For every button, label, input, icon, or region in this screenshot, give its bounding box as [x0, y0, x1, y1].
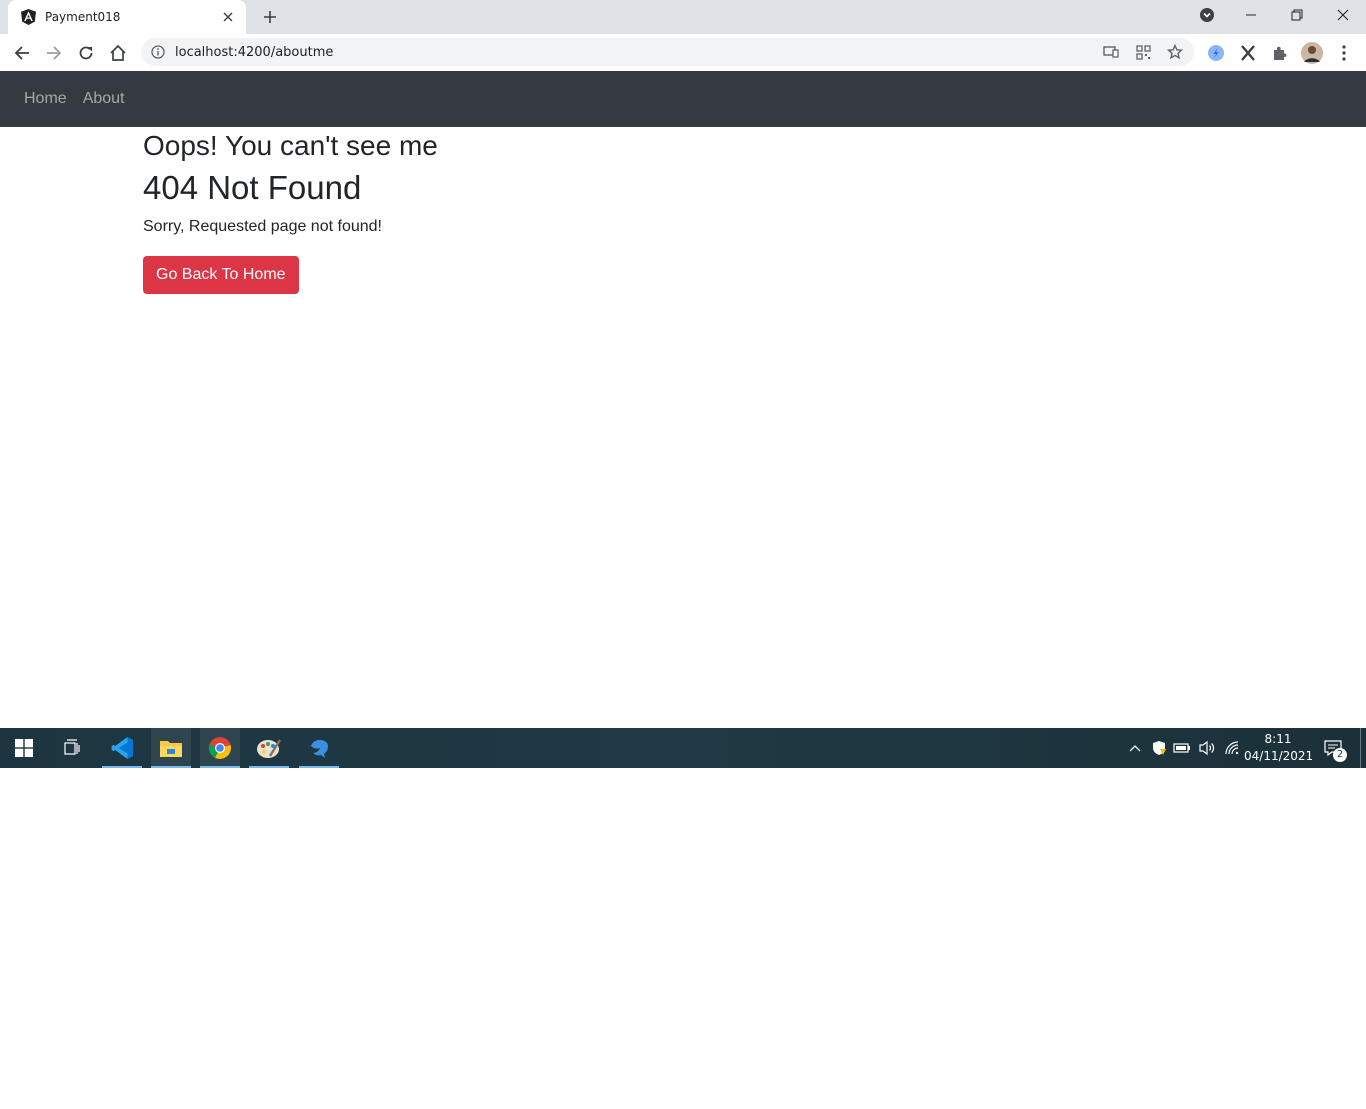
qr-code-icon[interactable]	[1133, 43, 1153, 61]
dolphin-icon[interactable]	[299, 728, 339, 768]
vscode-icon[interactable]	[102, 728, 142, 768]
clock-date: 04/11/2021	[1244, 749, 1314, 763]
url-text: localhost:4200/aboutme	[175, 44, 334, 60]
file-explorer-icon[interactable]	[151, 728, 191, 768]
nav-link-home[interactable]: Home	[16, 87, 75, 111]
taskbar-clock[interactable]: 8:11 04/11/2021	[1244, 731, 1314, 765]
browser-toolbar: localhost:4200/aboutme	[0, 34, 1366, 71]
browser-tab[interactable]: Payment018	[8, 0, 246, 34]
reload-icon[interactable]	[72, 39, 100, 67]
tab-title: Payment018	[45, 10, 121, 24]
extension-x-icon[interactable]	[1234, 39, 1262, 67]
address-bar[interactable]: localhost:4200/aboutme	[141, 38, 1194, 66]
site-info-icon[interactable]	[141, 45, 175, 59]
angular-icon	[20, 9, 36, 25]
tab-close-icon[interactable]	[220, 9, 236, 25]
tab-search-icon[interactable]	[1184, 0, 1230, 30]
security-shield-icon[interactable]	[1149, 738, 1169, 758]
show-desktop-button[interactable]	[1360, 728, 1361, 768]
wifi-icon[interactable]	[1222, 738, 1242, 758]
home-icon[interactable]	[104, 39, 132, 67]
tray-chevron-up-icon[interactable]	[1125, 738, 1145, 758]
page-title: 404 Not Found	[143, 169, 362, 206]
chrome-icon[interactable]	[200, 728, 240, 768]
windows-taskbar: 8:11 04/11/2021 2	[0, 728, 1366, 768]
browser-menu-icon[interactable]	[1330, 39, 1358, 67]
browser-tabstrip: Payment018	[0, 0, 1366, 34]
notification-count-badge: 2	[1333, 748, 1347, 762]
not-found-message: Sorry, Requested page not found!	[143, 218, 382, 235]
profile-avatar-icon[interactable]	[1298, 39, 1326, 67]
forward-icon[interactable]	[40, 39, 68, 67]
new-tab-button[interactable]	[258, 5, 282, 29]
paint-icon[interactable]	[249, 728, 289, 768]
cast-icon[interactable]	[1101, 43, 1121, 61]
extensions-puzzle-icon[interactable]	[1266, 39, 1294, 67]
close-window-icon[interactable]	[1320, 0, 1366, 30]
battery-icon[interactable]	[1172, 738, 1192, 758]
site-navbar: Home About	[0, 71, 1366, 127]
nav-link-about[interactable]: About	[75, 87, 133, 111]
oops-heading: Oops! You can't see me	[143, 130, 438, 161]
clock-time: 8:11	[1264, 732, 1292, 746]
extension-blue-icon[interactable]	[1202, 39, 1230, 67]
bookmark-star-icon[interactable]	[1165, 43, 1185, 61]
go-back-home-button[interactable]: Go Back To Home	[143, 256, 299, 294]
back-icon[interactable]	[8, 39, 36, 67]
restore-icon[interactable]	[1274, 0, 1320, 30]
minimize-icon[interactable]	[1228, 0, 1274, 30]
volume-icon[interactable]	[1197, 738, 1217, 758]
task-view-icon[interactable]	[52, 728, 92, 768]
windows-start-icon[interactable]	[4, 728, 44, 768]
not-found-content: Oops! You can't see me 404 Not Found Sor…	[143, 127, 438, 294]
